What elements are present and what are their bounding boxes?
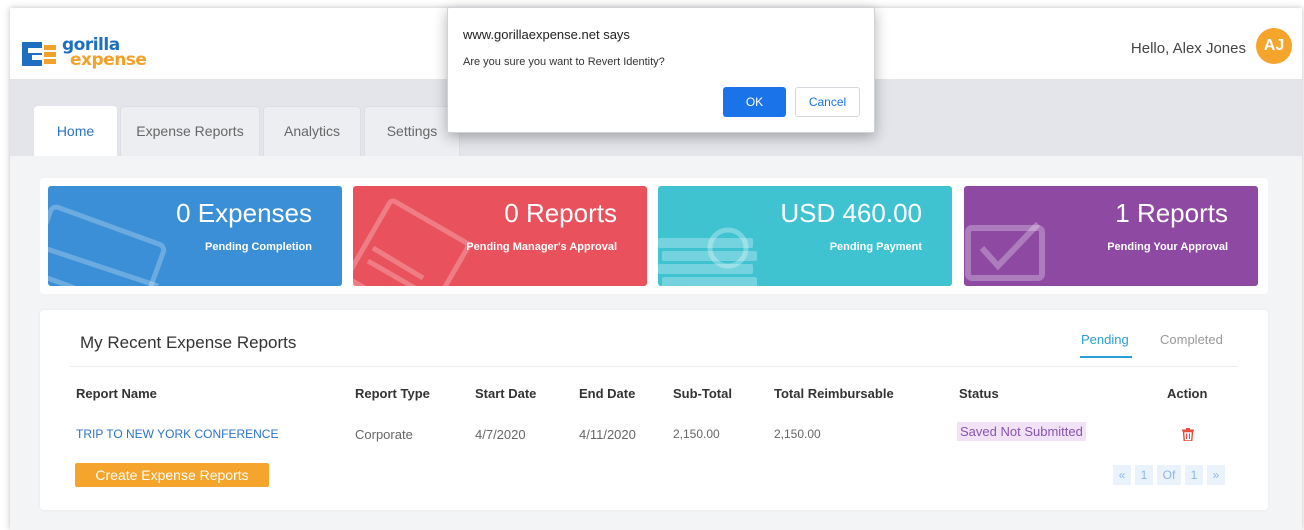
start-date: 4/7/2020 [475, 427, 526, 442]
divider [70, 366, 1238, 367]
sub-total: 2,150.00 [673, 427, 720, 441]
dialog-message: Are you sure you want to Revert Identity… [463, 56, 665, 68]
dialog-title: www.gorillaexpense.net says [463, 27, 630, 42]
stat-caption: Pending Manager's Approval [466, 241, 617, 253]
total-reimbursable: 2,150.00 [774, 427, 821, 441]
summary-cards: 0 Expenses Pending Completion 0 Reports … [40, 178, 1268, 294]
col-total-reimbursable: Total Reimbursable [774, 386, 894, 401]
tab-expense-reports[interactable]: Expense Reports [120, 106, 260, 156]
col-start-date: Start Date [475, 386, 537, 401]
tab-analytics[interactable]: Analytics [263, 106, 361, 156]
card-pending-manager-approval[interactable]: 0 Reports Pending Manager's Approval [353, 186, 647, 286]
create-expense-reports-button[interactable]: Create Expense Reports [75, 463, 269, 487]
stat-caption: Pending Completion [205, 241, 312, 253]
cancel-button[interactable]: Cancel [795, 87, 860, 117]
stat-caption: Pending Payment [829, 241, 922, 253]
card-pending-your-approval[interactable]: 1 Reports Pending Your Approval [964, 186, 1258, 286]
trash-icon[interactable] [1182, 428, 1194, 441]
pager-of-label: Of [1157, 465, 1181, 485]
credit-card-icon [48, 204, 167, 286]
filter-pending[interactable]: Pending [1081, 332, 1129, 347]
logo-text: gorilla expense [62, 37, 147, 70]
status-badge: Saved Not Submitted [957, 422, 1086, 441]
col-end-date: End Date [579, 386, 636, 401]
col-action: Action [1167, 386, 1208, 401]
pager-current-page[interactable]: 1 [1135, 465, 1153, 485]
stat-value: 0 Reports [504, 198, 617, 228]
active-filter-underline [1080, 356, 1132, 358]
ok-button[interactable]: OK [723, 87, 786, 117]
pager-first-button[interactable]: « [1113, 465, 1131, 485]
tab-home[interactable]: Home [34, 106, 117, 156]
filter-completed[interactable]: Completed [1160, 332, 1223, 347]
end-date: 4/11/2020 [579, 427, 636, 442]
stat-value: 1 Reports [1115, 198, 1228, 228]
card-pending-payment[interactable]: USD 460.00 Pending Payment [658, 186, 952, 286]
money-stack-icon [658, 227, 757, 286]
col-sub-total: Sub-Total [673, 386, 732, 401]
checkbox-icon [965, 221, 1045, 281]
tab-settings[interactable]: Settings [364, 106, 460, 156]
stat-caption: Pending Your Approval [1107, 241, 1228, 253]
confirm-dialog: www.gorillaexpense.net says Are you sure… [447, 7, 875, 133]
avatar[interactable]: AJ [1256, 28, 1292, 64]
logo-mark-icon [22, 42, 56, 66]
gorilla-expense-logo[interactable]: gorilla expense [22, 37, 182, 78]
report-name-link[interactable]: TRIP TO NEW YORK CONFERENCE [76, 427, 278, 441]
logo-line-2: expense [70, 50, 147, 70]
user-greeting: Hello, Alex Jones [1130, 40, 1246, 57]
card-pending-completion[interactable]: 0 Expenses Pending Completion [48, 186, 342, 286]
pager-total-pages: 1 [1185, 465, 1203, 485]
stat-value: USD 460.00 [780, 198, 922, 228]
status-cell: Saved Not Submitted [957, 422, 1086, 441]
col-report-name: Report Name [76, 386, 157, 401]
col-status: Status [959, 386, 999, 401]
stat-value: 0 Expenses [176, 198, 312, 228]
report-type: Corporate [355, 427, 413, 442]
col-report-type: Report Type [355, 386, 430, 401]
document-icon [353, 198, 471, 286]
pager-last-button[interactable]: » [1207, 465, 1225, 485]
panel-title: My Recent Expense Reports [80, 333, 297, 352]
recent-reports-panel: My Recent Expense Reports Pending Comple… [40, 310, 1268, 510]
